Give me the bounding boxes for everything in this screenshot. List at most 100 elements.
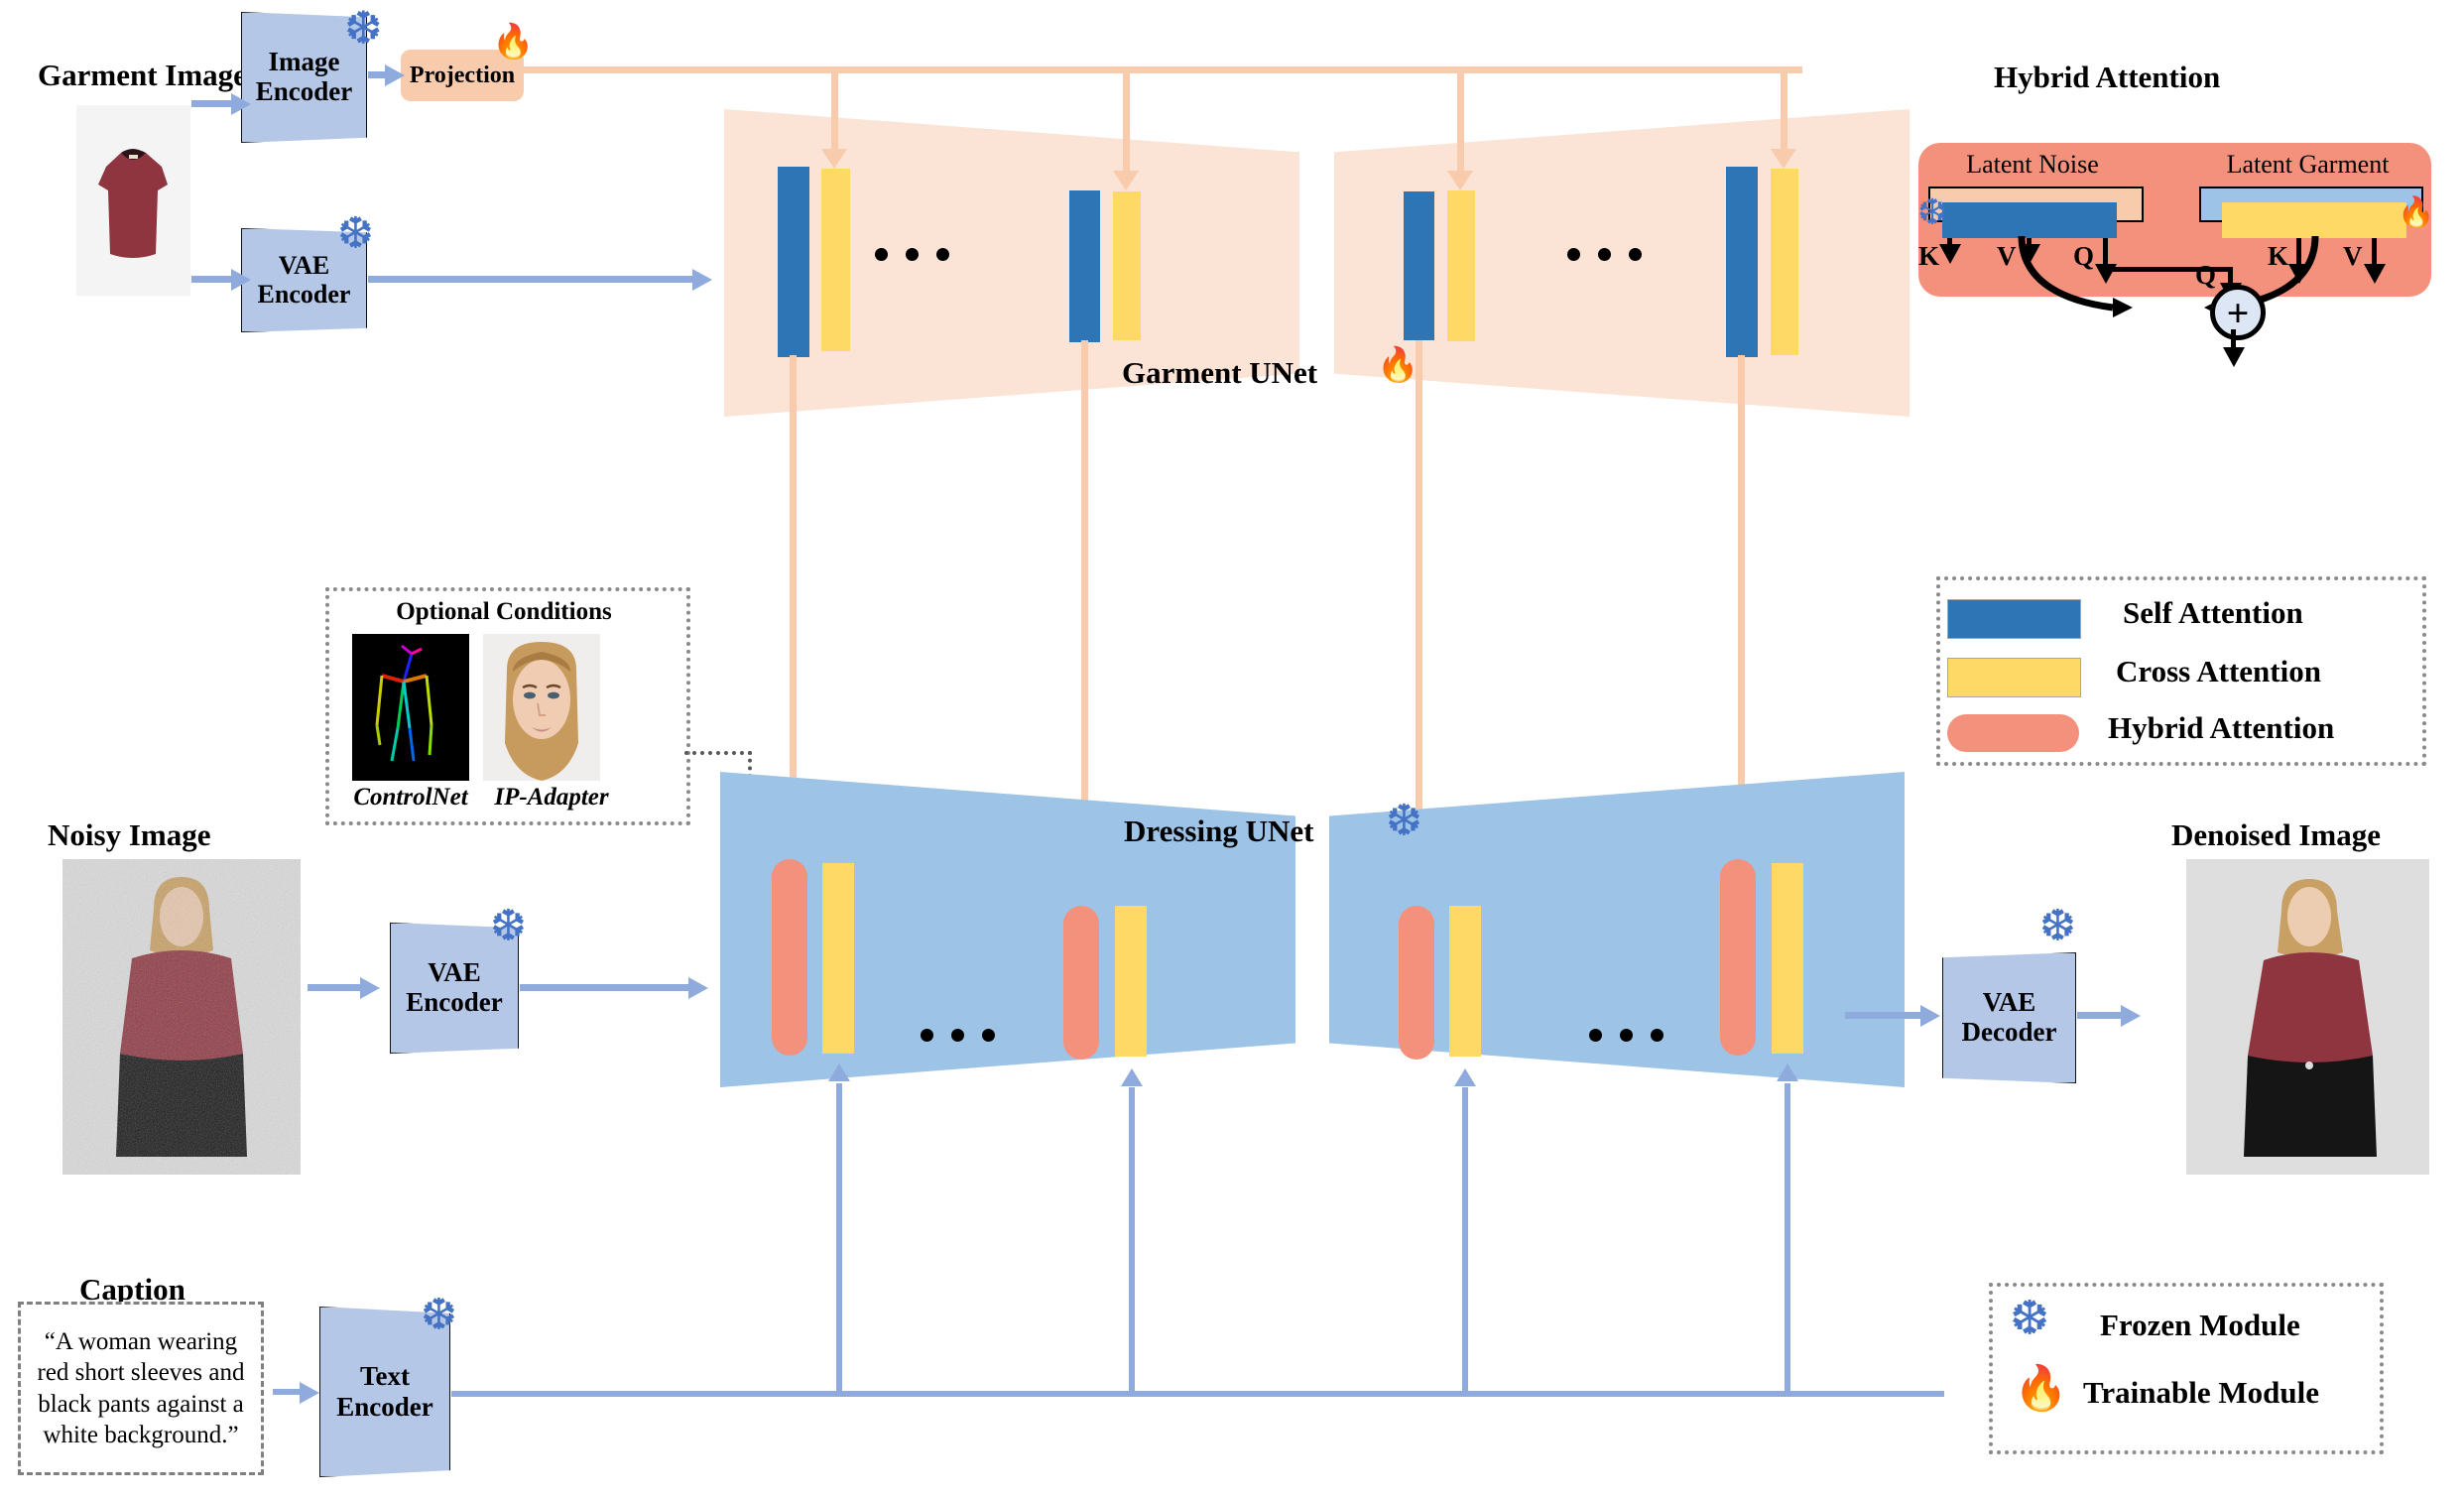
arrowhead-icon xyxy=(300,1382,319,1404)
latent-garment-label: Latent Garment xyxy=(2226,150,2390,179)
garment-unet-ellipsis-right xyxy=(1567,248,1642,261)
projection-bus-line xyxy=(524,66,1802,73)
garment-self-attention-bar-2 xyxy=(1069,190,1100,342)
ip-adapter-face-thumbnail xyxy=(483,634,600,781)
dressing-cross-attention-bar-2 xyxy=(1115,906,1147,1057)
optional-conditions-connector xyxy=(684,751,752,759)
snowflake-icon: ❆ xyxy=(337,209,374,258)
latent-noise-label: Latent Noise xyxy=(1966,150,2099,179)
garment-cross-attention-bar-1 xyxy=(821,169,850,351)
garment-cross-attention-bar-4 xyxy=(1771,169,1798,355)
dressing-cross-attention-bar-1 xyxy=(822,863,854,1054)
text-bus-line xyxy=(836,1391,1944,1397)
caption-text: “A woman wearing red short sleeves and b… xyxy=(37,1327,245,1449)
garment-self-attention-bar-1 xyxy=(778,167,809,357)
snowflake-icon: ❆ xyxy=(344,3,383,54)
garment-cross-attention-bar-3 xyxy=(1447,190,1475,341)
hybrid-self-attention-block xyxy=(1942,202,2117,238)
dressing-unet-ellipsis-right xyxy=(1589,1029,1663,1042)
arrowhead-icon xyxy=(692,269,712,291)
arrowhead-icon xyxy=(1777,1063,1798,1081)
hybrid-cross-attention-block xyxy=(2222,202,2406,238)
flame-icon: 🔥 xyxy=(1377,347,1419,384)
dressing-hybrid-attention-bar-4 xyxy=(1720,859,1756,1056)
garment-to-dressing-line-4 xyxy=(1738,355,1745,853)
snowflake-icon: ❆ xyxy=(1917,192,1948,232)
arrowhead-icon xyxy=(1454,1068,1476,1086)
dressing-hybrid-attention-bar-3 xyxy=(1399,906,1434,1060)
arrowhead-icon xyxy=(2121,1005,2141,1027)
garment-self-attention-bar-4 xyxy=(1726,167,1758,357)
snowflake-icon: ❆ xyxy=(421,1291,457,1339)
module-legend-label-frozen: Frozen Module xyxy=(2100,1308,2300,1342)
arrowhead-icon xyxy=(1771,149,1796,169)
arrow-vae-encoder-to-dressing-unet xyxy=(520,984,691,991)
vae-decoder-block[interactable]: VAE Decoder xyxy=(1942,952,2076,1083)
vae-encoder-bottom-line2: Encoder xyxy=(406,987,503,1017)
text-encoder-output-line xyxy=(451,1391,840,1397)
noisy-image-label: Noisy Image xyxy=(48,817,211,852)
vae-decoder-line1: VAE xyxy=(1982,987,2036,1018)
snowflake-icon: ❆ xyxy=(2010,1293,2050,1345)
arrow-dressing-to-vae-decoder xyxy=(1845,1012,1924,1019)
arrow-vae-decoder-to-output xyxy=(2077,1012,2125,1019)
arrowhead-icon xyxy=(2223,347,2245,367)
flame-icon: 🔥 xyxy=(2398,196,2435,229)
vae-decoder-line2: Decoder xyxy=(1961,1017,2057,1047)
plus-symbol: + xyxy=(2226,290,2250,335)
legend-label-hybrid-attention: Hybrid Attention xyxy=(2108,710,2335,745)
vae-encoder-bottom-line1: VAE xyxy=(428,957,481,988)
dressing-cross-attention-bar-4 xyxy=(1772,863,1803,1054)
arrow-vae-encoder-to-garment-unet xyxy=(368,276,695,283)
arrowhead-icon xyxy=(1920,1005,1940,1027)
module-legend-label-trainable: Trainable Module xyxy=(2083,1375,2319,1410)
arrowhead-icon xyxy=(828,1063,850,1081)
hybrid-attention-title: Hybrid Attention xyxy=(1994,60,2221,94)
flame-icon: 🔥 xyxy=(2014,1364,2068,1413)
dressing-cross-attention-bar-3 xyxy=(1449,906,1481,1057)
text-branch-3 xyxy=(1462,1087,1468,1393)
garment-unet-ellipsis-left xyxy=(875,248,949,261)
arrow-garment-to-vae-encoder xyxy=(191,276,233,283)
garment-self-attention-bar-3 xyxy=(1404,191,1434,340)
garment-image-label: Garment Image xyxy=(38,58,247,92)
snowflake-icon: ❆ xyxy=(2039,902,2076,950)
vae-encoder-top-line2: Encoder xyxy=(257,279,351,309)
controlnet-caption: ControlNet xyxy=(353,784,468,811)
flame-icon: 🔥 xyxy=(492,24,535,61)
image-encoder-line1: Image xyxy=(268,47,340,77)
arrowhead-icon xyxy=(360,977,380,999)
denoised-image-thumbnail xyxy=(2186,859,2429,1175)
legend-swatch-self-attention xyxy=(1947,599,2081,639)
dressing-hybrid-attention-bar-1 xyxy=(772,859,807,1056)
snowflake-icon: ❆ xyxy=(1386,797,1422,845)
arrowhead-icon xyxy=(385,64,405,86)
text-encoder-line2: Encoder xyxy=(336,1392,433,1422)
controlnet-pose-thumbnail xyxy=(352,634,469,781)
projection-label: Projection xyxy=(409,62,516,88)
snowflake-icon: ❆ xyxy=(490,902,527,950)
arrowhead-icon xyxy=(231,269,251,291)
legend-label-self-attention: Self Attention xyxy=(2123,595,2303,630)
dressing-hybrid-attention-bar-2 xyxy=(1063,906,1099,1060)
dressing-unet-ellipsis-left xyxy=(921,1029,995,1042)
arrowhead-icon xyxy=(1121,1068,1143,1086)
garment-unet-label: Garment UNet xyxy=(1122,355,1318,390)
optional-conditions-title: Optional Conditions xyxy=(396,598,612,625)
ip-adapter-caption: IP-Adapter xyxy=(494,784,609,811)
arrow-garment-to-image-encoder xyxy=(191,100,233,107)
text-branch-2 xyxy=(1129,1087,1135,1393)
legend-label-cross-attention: Cross Attention xyxy=(2116,654,2321,688)
arrow-noisy-to-vae-encoder xyxy=(308,984,363,991)
projection-branch-4 xyxy=(1781,66,1787,154)
caption-box[interactable]: “A woman wearing red short sleeves and b… xyxy=(18,1302,264,1475)
noisy-image-thumbnail xyxy=(62,859,301,1175)
arrowhead-icon xyxy=(688,977,708,999)
denoised-image-label: Denoised Image xyxy=(2171,817,2381,852)
image-encoder-line2: Encoder xyxy=(255,76,353,106)
hybrid-sum-node: + xyxy=(2210,285,2266,340)
projection-branch-2 xyxy=(1123,66,1130,176)
arrowhead-icon xyxy=(231,93,251,115)
garment-image-thumbnail xyxy=(76,105,190,296)
arrowhead-icon xyxy=(1447,171,1473,190)
